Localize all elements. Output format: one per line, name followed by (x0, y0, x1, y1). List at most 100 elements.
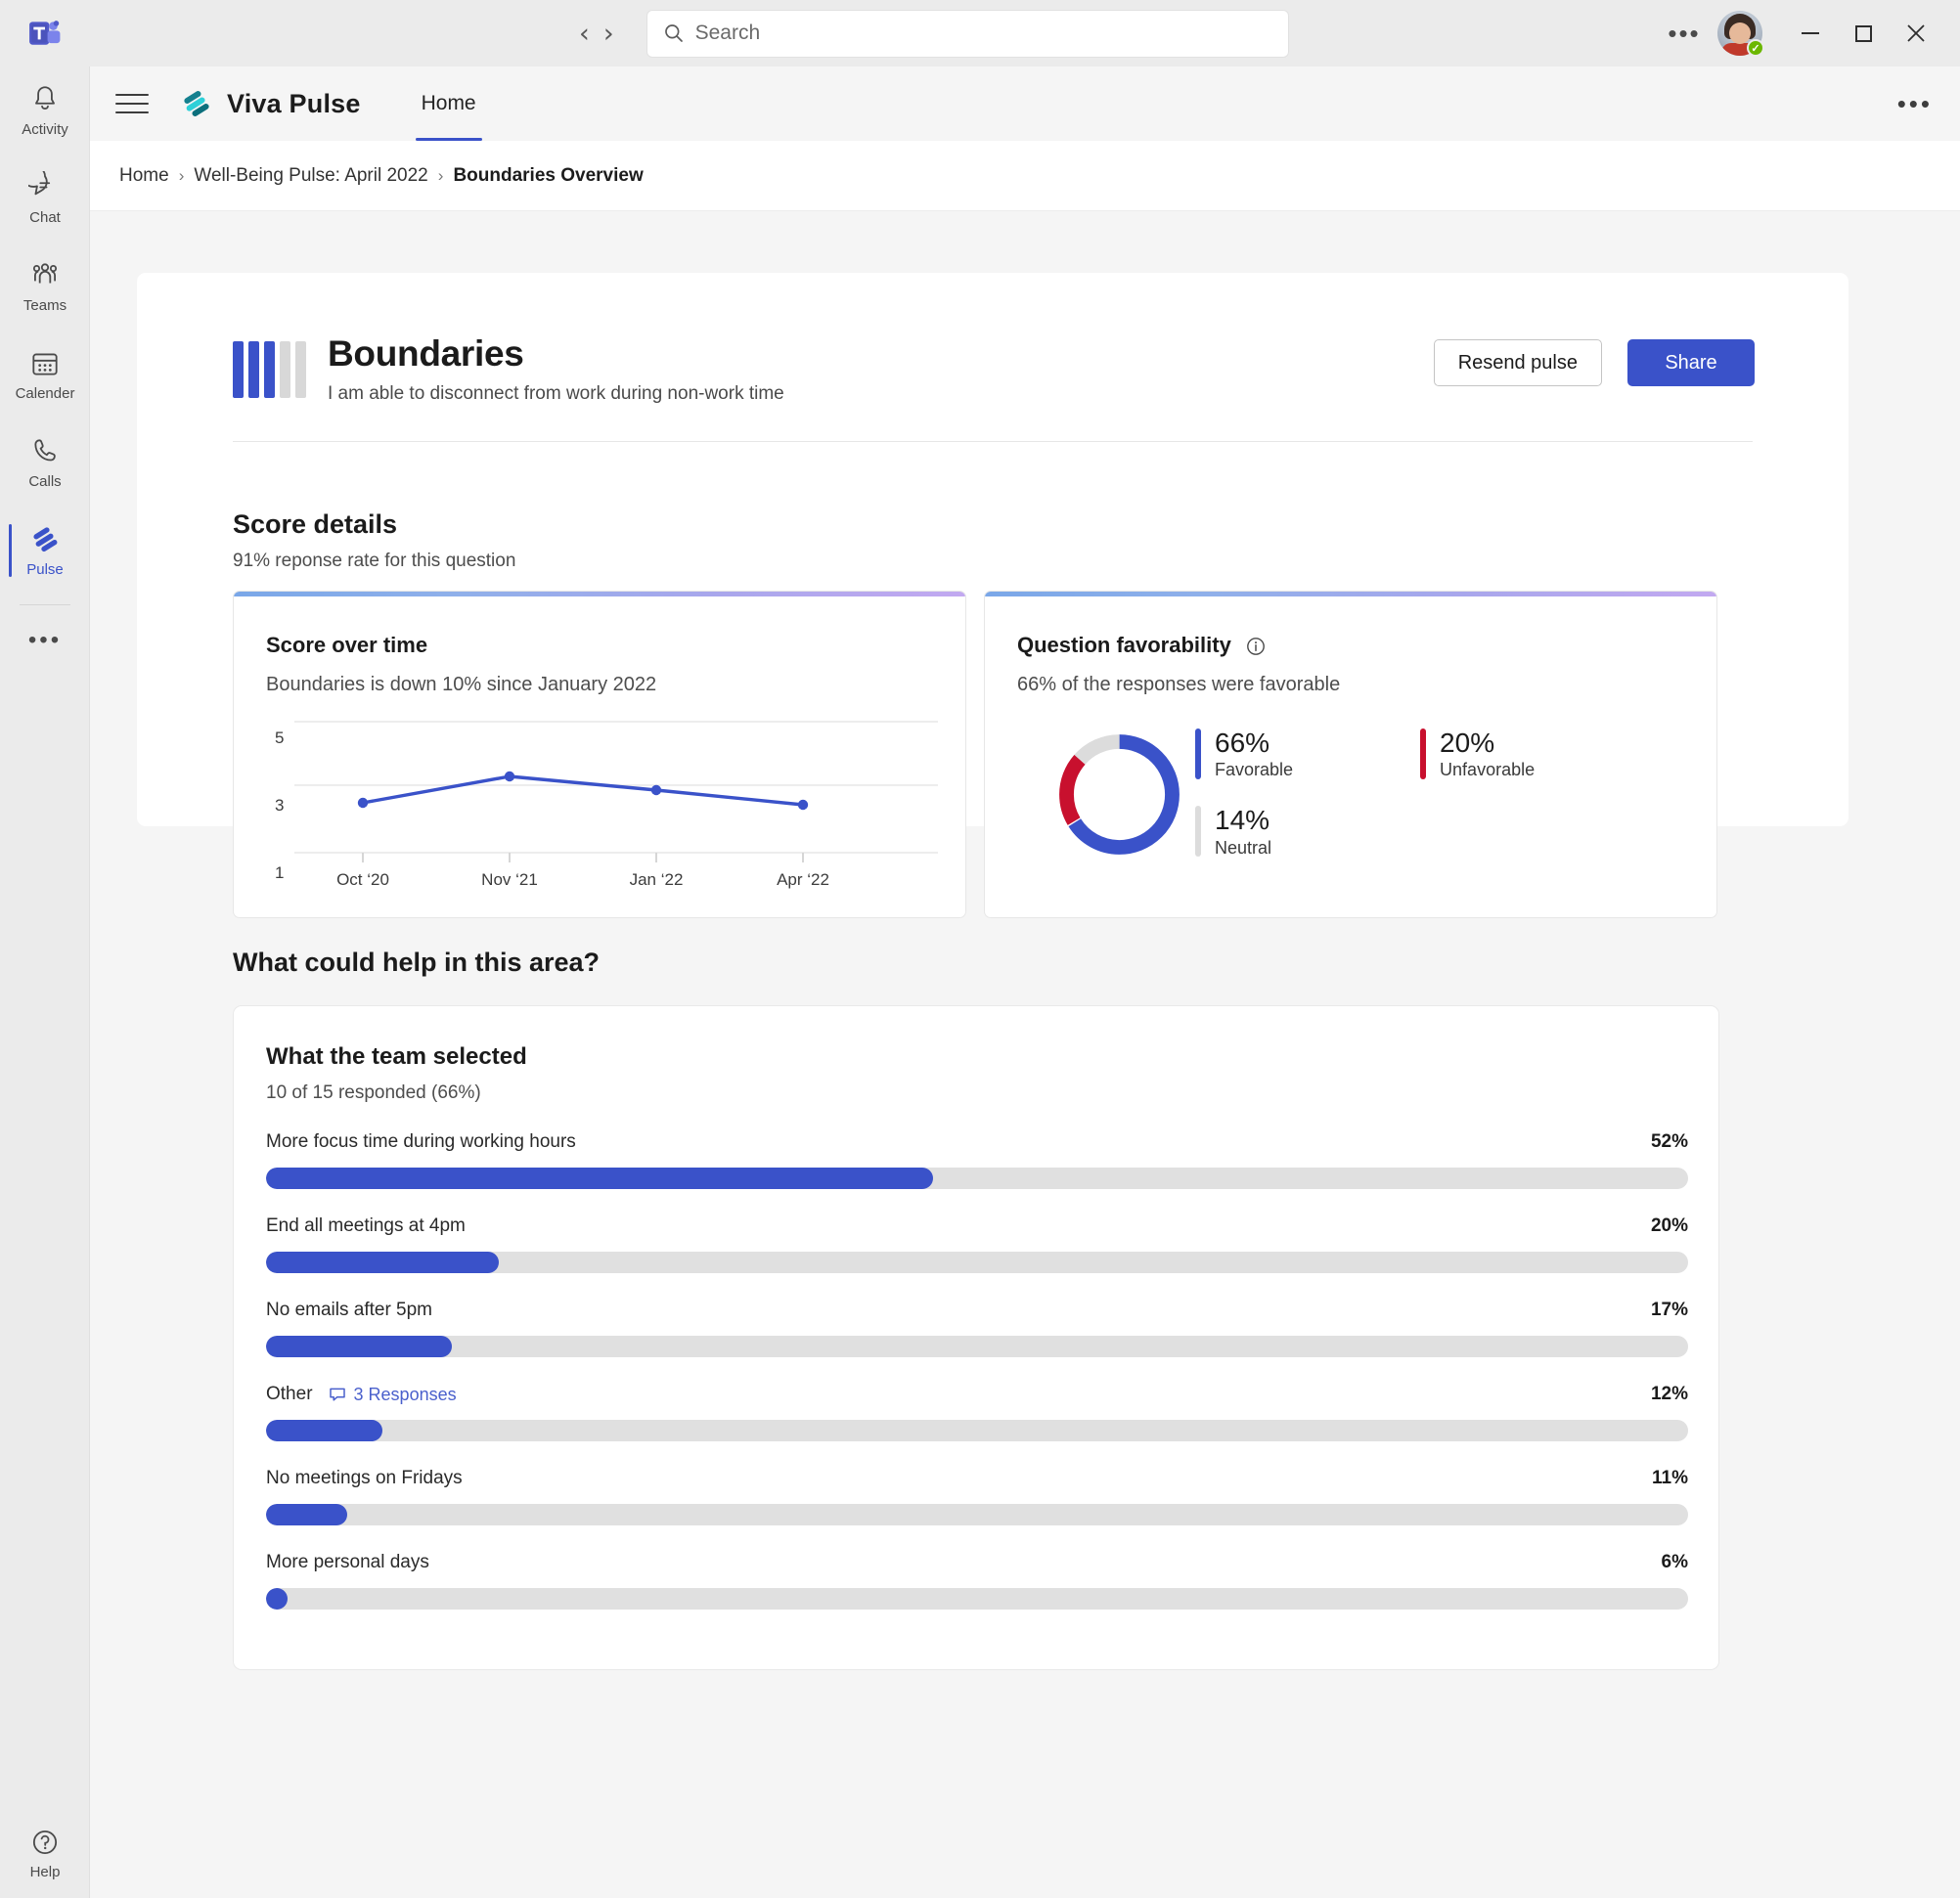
bar-label: No meetings on Fridays (266, 1468, 463, 1488)
breadcrumb-separator: › (437, 165, 444, 185)
history-nav: ‹ › (579, 21, 614, 47)
sidebar-item-label: Calls (28, 473, 62, 490)
sidebar-item-pulse[interactable]: Pulse (0, 507, 90, 595)
sidebar-item-chat[interactable]: Chat (0, 154, 90, 243)
sidebar-item-calendar[interactable]: Calender (0, 331, 90, 419)
legend-value: 14% (1215, 805, 1270, 836)
bar-value: 20% (1650, 1215, 1688, 1236)
bar-track (266, 1420, 1688, 1441)
back-icon[interactable]: ‹ (579, 21, 590, 47)
page-title: Boundaries (328, 333, 524, 374)
question-header: Boundaries I am able to disconnect from … (233, 333, 784, 405)
bar-label: More personal days (266, 1552, 429, 1572)
phone-icon (34, 439, 56, 462)
bar-label: Other (266, 1384, 313, 1404)
sidebar-item-label: Help (29, 1864, 61, 1880)
bar-value: 17% (1650, 1300, 1688, 1320)
close-button[interactable] (1890, 11, 1942, 56)
svg-text:3: 3 (275, 796, 284, 815)
teams-icon (32, 263, 58, 284)
help-section-title: What could help in this area? (233, 948, 601, 977)
legend-swatch (1420, 728, 1427, 779)
breadcrumb-item-pulse[interactable]: Well-Being Pulse: April 2022 (194, 165, 427, 187)
sidebar-item-label: Pulse (26, 561, 64, 578)
info-icon[interactable] (1246, 637, 1266, 656)
search-placeholder: Search (694, 22, 761, 44)
responses-link[interactable]: 3 Responses (329, 1385, 457, 1405)
bar-row: More focus time during working hours 52% (266, 1128, 1688, 1189)
bar-fill (266, 1252, 500, 1273)
bar-label: No emails after 5pm (266, 1300, 433, 1320)
sidebar-item-label: Chat (29, 209, 61, 226)
favorability-donut-chart (1059, 734, 1180, 855)
avatar[interactable]: ✓ (1717, 11, 1764, 57)
bar-track (266, 1168, 1688, 1189)
rating-bars-icon (233, 341, 306, 398)
presence-available-icon: ✓ (1747, 39, 1764, 57)
legend-value: 66% (1215, 728, 1270, 758)
sidebar-item-label: Calender (15, 385, 75, 402)
bar-row: No meetings on Fridays 11% (266, 1465, 1688, 1525)
team-selection-bar-chart: More focus time during working hours 52%… (266, 1128, 1688, 1633)
card-title: Question favorability (1017, 633, 1266, 658)
card-title: Score over time (266, 633, 428, 657)
search-input[interactable]: Search (646, 10, 1288, 57)
card-subtitle: Boundaries is down 10% since January 202… (266, 674, 657, 695)
titlebar-more-button[interactable]: ••• (1657, 11, 1712, 56)
teams-app-logo (0, 17, 90, 50)
rail-more-apps-button[interactable]: ••• (0, 605, 90, 676)
question-favorability-card: Question favorability 66% of the respons… (984, 591, 1717, 918)
breadcrumb-item-home[interactable]: Home (119, 165, 169, 187)
bar-value: 52% (1650, 1131, 1688, 1152)
question-actions: Resend pulse Share (1433, 339, 1755, 386)
maximize-button[interactable] (1837, 11, 1890, 56)
score-details-subtitle: 91% reponse rate for this question (233, 551, 516, 571)
sidebar-item-help[interactable]: Help (0, 1826, 90, 1880)
score-details-title: Score details (233, 509, 398, 539)
legend-label: Favorable (1215, 760, 1294, 780)
resend-pulse-button[interactable]: Resend pulse (1433, 339, 1602, 386)
bar-fill (266, 1420, 383, 1441)
sidebar-item-teams[interactable]: Teams (0, 243, 90, 331)
minimize-button[interactable] (1784, 11, 1837, 56)
bar-fill (266, 1168, 933, 1189)
app-header-more-button[interactable]: ••• (1897, 89, 1933, 119)
tab-home-label: Home (421, 92, 476, 114)
bar-track (266, 1252, 1688, 1273)
viva-pulse-icon (33, 527, 58, 552)
hamburger-menu-icon[interactable] (115, 94, 149, 113)
bar-track (266, 1504, 1688, 1525)
forward-icon[interactable]: › (603, 21, 614, 47)
bar-label: More focus time during working hours (266, 1131, 576, 1152)
bar-fill (266, 1336, 453, 1357)
bar-value: 6% (1661, 1552, 1688, 1572)
svg-text:Oct ‘20: Oct ‘20 (336, 870, 389, 889)
tab-home[interactable]: Home (402, 66, 496, 141)
legend-item-unfavorable: 20% Unfavorable (1420, 728, 1535, 780)
calendar-icon (32, 353, 58, 375)
app-header: Viva Pulse Home ••• (90, 66, 1960, 141)
favorability-legend: 66% Favorable 20% Unfavorable 14% Neutra… (1195, 728, 1694, 859)
legend-value: 20% (1440, 728, 1495, 758)
chat-icon (28, 171, 51, 196)
card-subtitle: 66% of the responses were favorable (1017, 674, 1341, 695)
window-controls: ••• ✓ (1657, 11, 1960, 57)
sidebar-item-label: Teams (22, 297, 67, 314)
legend-item-neutral: 14% Neutral (1195, 806, 1271, 858)
card-title: What the team selected (266, 1043, 527, 1070)
share-button[interactable]: Share (1627, 339, 1755, 386)
search-icon (664, 24, 683, 42)
bar-fill (266, 1504, 347, 1525)
sidebar-item-calls[interactable]: Calls (0, 419, 90, 507)
question-text: I am able to disconnect from work during… (328, 383, 784, 404)
legend-item-favorable: 66% Favorable (1195, 728, 1293, 780)
sidebar-item-activity[interactable]: Activity (0, 66, 90, 154)
svg-text:1: 1 (275, 863, 284, 882)
bar-fill (266, 1588, 288, 1610)
window-titlebar: ‹ › Search ••• ✓ (0, 0, 1960, 66)
help-icon (32, 1830, 58, 1855)
svg-text:Apr ‘22: Apr ‘22 (777, 870, 829, 889)
bar-row: More personal days 6% (266, 1549, 1688, 1610)
app-rail: Activity Chat Teams Calender Calls Pulse… (0, 66, 90, 1898)
bar-row: Other 3 Responses 12% (266, 1381, 1688, 1441)
